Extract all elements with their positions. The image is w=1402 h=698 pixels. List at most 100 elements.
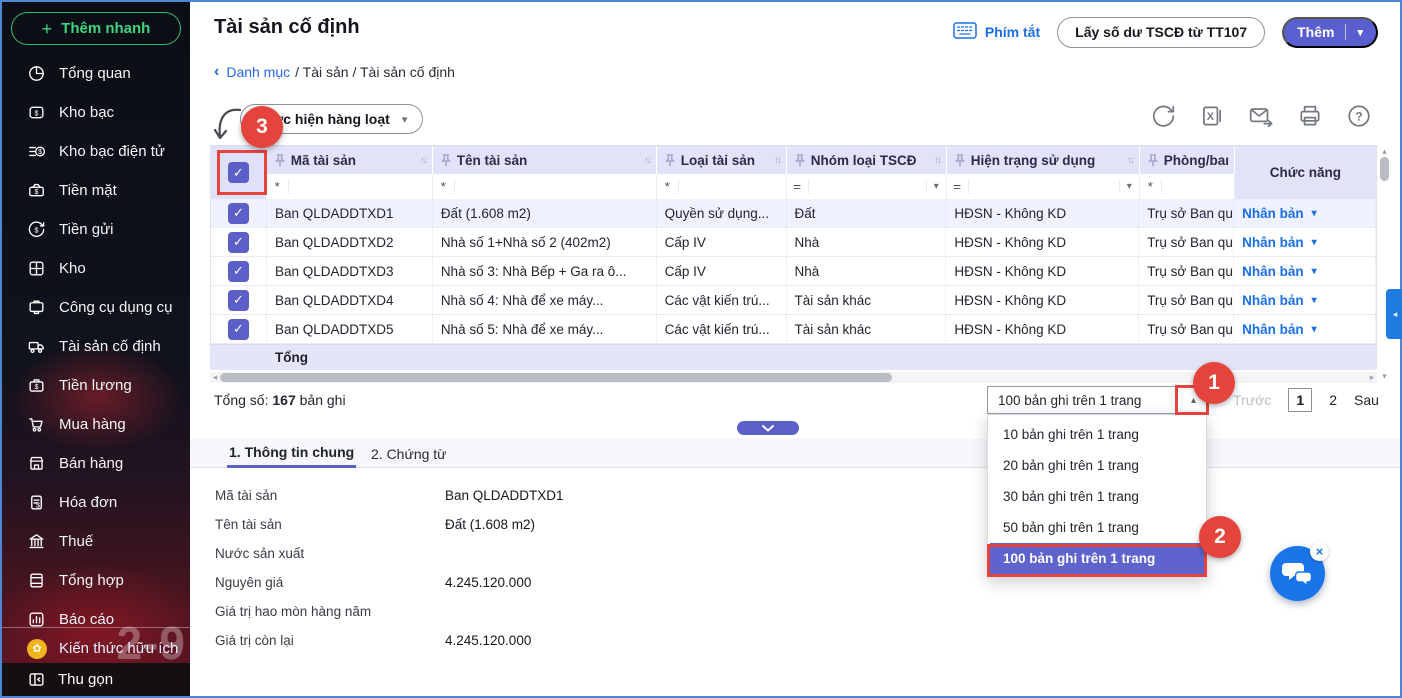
sort-icon[interactable] xyxy=(1127,155,1133,166)
tab-thong-tin-chung[interactable]: 1. Thông tin chung xyxy=(227,439,356,468)
filter-input[interactable] xyxy=(289,174,432,199)
chevron-down-icon[interactable] xyxy=(1357,26,1363,39)
column-header-nhom-loai-tscd[interactable]: Nhóm loại TSCĐ xyxy=(787,146,947,174)
sidebar-item-cong-cu-dung-cu[interactable]: Công cụ dụng cụ xyxy=(2,288,190,327)
row-checkbox[interactable] xyxy=(228,261,249,282)
sidebar-item-kho-bac[interactable]: $ Kho bạc xyxy=(2,93,190,132)
help-icon[interactable]: ? xyxy=(1346,103,1372,129)
send-email-icon[interactable] xyxy=(1248,103,1274,129)
filter-operator[interactable]: = xyxy=(947,179,969,194)
column-header-loai-tai-san[interactable]: Loại tài sản xyxy=(657,146,787,174)
filter-operator[interactable]: * xyxy=(657,179,679,194)
refresh-icon[interactable] xyxy=(1150,103,1176,129)
breadcrumb-link-danh-muc[interactable]: Danh mục xyxy=(226,64,290,80)
sidebar-item-mua-hang[interactable]: Mua hàng xyxy=(2,405,190,444)
sidebar-item-tien-luong[interactable]: $ Tiền lương xyxy=(2,366,190,405)
print-icon[interactable] xyxy=(1297,103,1323,129)
duplicate-action-link[interactable]: Nhân bản xyxy=(1242,235,1317,250)
sidebar-item-thue[interactable]: Thuế xyxy=(2,522,190,561)
table-row[interactable]: Ban QLDADDTXD3 Nhà số 3: Nhà Bếp + Ga ra… xyxy=(211,257,1376,286)
sidebar-item-kho-bac-dien-tu[interactable]: $ Kho bạc điện tử xyxy=(2,132,190,171)
pin-icon[interactable] xyxy=(795,154,805,167)
duplicate-action-link[interactable]: Nhân bản xyxy=(1242,293,1317,308)
annotation-rect-option-100 xyxy=(987,544,1207,577)
filter-input[interactable] xyxy=(455,174,656,199)
duplicate-action-link[interactable]: Nhân bản xyxy=(1242,322,1317,337)
scroll-up-icon[interactable] xyxy=(1379,146,1390,157)
back-chevron-icon[interactable] xyxy=(214,63,219,81)
sidebar-item-tong-quan[interactable]: Tổng quan xyxy=(2,54,190,93)
table-row[interactable]: Ban QLDADDTXD4 Nhà số 4: Nhà để xe máy..… xyxy=(211,286,1376,315)
add-button[interactable]: Thêm xyxy=(1282,17,1378,48)
filter-dropdown-icon[interactable] xyxy=(1119,181,1139,192)
scroll-left-icon[interactable] xyxy=(210,372,220,383)
sidebar-item-kien-thuc-huu-ich[interactable]: ✿ Kiến thức hữu ích xyxy=(2,634,190,663)
column-header-ten-tai-san[interactable]: Tên tài sản xyxy=(433,146,657,174)
filter-input[interactable] xyxy=(1162,174,1234,199)
page-1-button[interactable]: 1 xyxy=(1288,388,1312,412)
page-size-option-10[interactable]: 10 bản ghi trên 1 trang xyxy=(988,419,1206,450)
export-excel-icon[interactable]: X xyxy=(1199,103,1225,129)
row-checkbox[interactable] xyxy=(228,232,249,253)
page-size-select[interactable]: 100 bản ghi trên 1 trang xyxy=(987,386,1207,414)
horizontal-scrollbar-thumb[interactable] xyxy=(220,373,892,382)
chat-close-button[interactable] xyxy=(1310,542,1329,561)
page-size-option-20[interactable]: 20 bản ghi trên 1 trang xyxy=(988,450,1206,481)
sort-icon[interactable] xyxy=(644,155,650,166)
table-row[interactable]: Ban QLDADDTXD2 Nhà số 1+Nhà số 2 (402m2)… xyxy=(211,228,1376,257)
vertical-scrollbar-thumb[interactable] xyxy=(1380,157,1389,181)
sidebar-item-tai-san-co-dinh[interactable]: Tài sản cố định xyxy=(2,327,190,366)
sort-icon[interactable] xyxy=(934,155,940,166)
collapse-detail-button[interactable] xyxy=(737,421,799,435)
table-row[interactable]: Ban QLDADDTXD1 Đất (1.608 m2) Quyền sử d… xyxy=(211,199,1376,228)
page-2-button[interactable]: 2 xyxy=(1329,392,1337,408)
column-header-ma-tai-san[interactable]: Mã tài sản xyxy=(267,146,433,174)
sidebar-item-ban-hang[interactable]: Bán hàng xyxy=(2,444,190,483)
scroll-down-icon[interactable] xyxy=(1379,371,1390,382)
sort-icon[interactable] xyxy=(774,155,780,166)
pin-icon[interactable] xyxy=(441,154,451,167)
column-header-phong-ban[interactable]: Phòng/ban xyxy=(1140,146,1235,174)
scroll-right-icon[interactable] xyxy=(1367,372,1377,383)
pin-icon[interactable] xyxy=(1148,154,1158,167)
sidebar-item-label: Thuế xyxy=(59,533,93,550)
tab-chung-tu[interactable]: 2. Chứng từ xyxy=(371,439,447,468)
filter-input[interactable] xyxy=(809,174,926,199)
action-label: Nhân bản xyxy=(1242,235,1304,250)
page-size-option-30[interactable]: 30 bản ghi trên 1 trang xyxy=(988,481,1206,512)
sidebar-item-thu-gon[interactable]: Thu gọn xyxy=(2,663,190,696)
sidebar-item-tien-mat[interactable]: $ Tiền mặt xyxy=(2,171,190,210)
sidebar-item-tien-gui[interactable]: $ Tiền gửi xyxy=(2,210,190,249)
filter-operator[interactable]: * xyxy=(267,179,289,194)
filter-input[interactable] xyxy=(969,174,1119,199)
filter-operator[interactable]: * xyxy=(1140,179,1162,194)
pin-icon[interactable] xyxy=(665,154,675,167)
row-checkbox[interactable] xyxy=(228,290,249,311)
next-page-button[interactable]: Sau xyxy=(1354,392,1379,408)
filter-operator[interactable]: = xyxy=(787,179,809,194)
row-checkbox[interactable] xyxy=(228,203,249,224)
filter-operator[interactable]: * xyxy=(433,179,455,194)
page-size-option-50[interactable]: 50 bản ghi trên 1 trang xyxy=(988,512,1206,543)
vertical-scrollbar[interactable] xyxy=(1379,146,1390,382)
filter-input[interactable] xyxy=(679,174,786,199)
sidebar-item-hoa-don[interactable]: $ Hóa đơn xyxy=(2,483,190,522)
shortcut-button[interactable]: Phím tắt xyxy=(953,22,1040,42)
column-header-hien-trang-su-dung[interactable]: Hiện trạng sử dụng xyxy=(947,146,1140,174)
table-row[interactable]: Ban QLDADDTXD5 Nhà số 5: Nhà để xe máy..… xyxy=(211,315,1376,344)
get-balance-tt107-button[interactable]: Lấy số dư TSCĐ từ TT107 xyxy=(1057,17,1265,48)
prev-page-button[interactable]: Trước xyxy=(1233,392,1271,408)
cell-name: Nhà số 4: Nhà để xe máy... xyxy=(433,286,657,315)
sidebar-item-tong-hop[interactable]: Tổng hợp xyxy=(2,561,190,600)
pin-icon[interactable] xyxy=(275,154,285,167)
quick-add-button[interactable]: + Thêm nhanh xyxy=(11,12,181,45)
sidebar-item-kho[interactable]: Kho xyxy=(2,249,190,288)
duplicate-action-link[interactable]: Nhân bản xyxy=(1242,264,1317,279)
pin-icon[interactable] xyxy=(955,154,965,167)
row-checkbox[interactable] xyxy=(228,319,249,340)
duplicate-action-link[interactable]: Nhân bản xyxy=(1242,206,1317,221)
side-panel-toggle[interactable] xyxy=(1386,289,1402,339)
filter-dropdown-icon[interactable] xyxy=(926,181,946,192)
sort-icon[interactable] xyxy=(420,155,426,166)
field-value: Đất (1.608 m2) xyxy=(445,517,535,532)
